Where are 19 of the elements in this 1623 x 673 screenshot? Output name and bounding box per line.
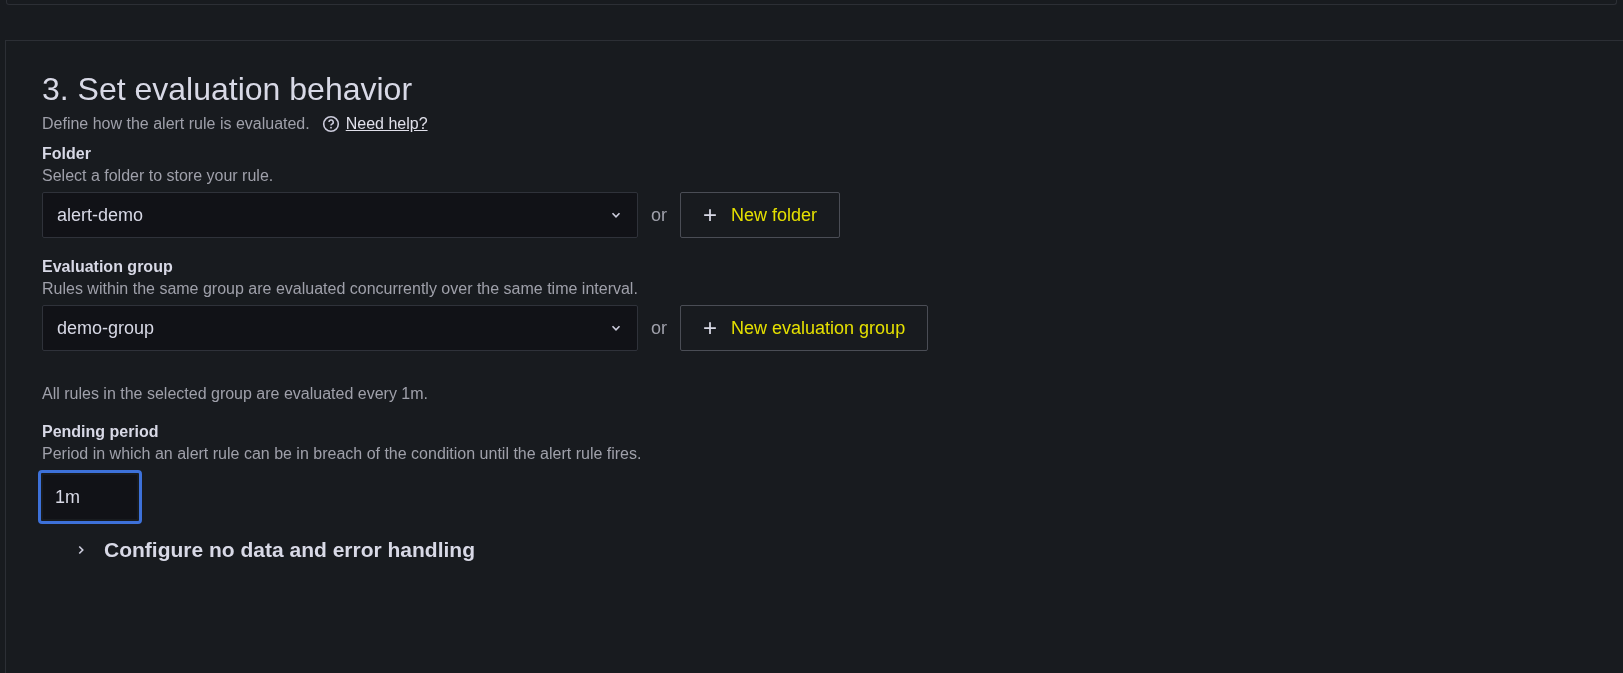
configure-toggle[interactable]: Configure no data and error handling [74, 538, 475, 562]
select-field[interactable]: demo-group [42, 305, 638, 351]
field-label: Evaluation group [42, 257, 174, 277]
pending-period-input[interactable]: 1m [38, 470, 142, 524]
field-description: Select a folder to store your rule. [42, 166, 275, 186]
new-button[interactable]: + New evaluation group [680, 305, 929, 351]
field-label: Folder [42, 144, 92, 164]
or-text: or [651, 204, 667, 226]
new-button[interactable]: + New folder [680, 192, 841, 238]
section-description: Define how the alert rule is evaluated. [42, 115, 310, 133]
field-label: Pending period [42, 422, 160, 442]
or-text: or [651, 317, 667, 339]
section-title: 3. Set evaluation behavior [42, 70, 414, 109]
evaluation-note: All rules in the selected group are evaluated every 1m. [42, 385, 429, 403]
field-description: Rules within the same group are evaluated concurrently over the same time interval. [42, 279, 639, 299]
help-icon [321, 115, 340, 133]
field-description: Period in which an alert rule can be in breach of the condition until the alert rule fires. [42, 444, 643, 464]
help-link[interactable]: Need help? [345, 115, 428, 133]
select-field[interactable]: alert-demo [42, 192, 638, 238]
